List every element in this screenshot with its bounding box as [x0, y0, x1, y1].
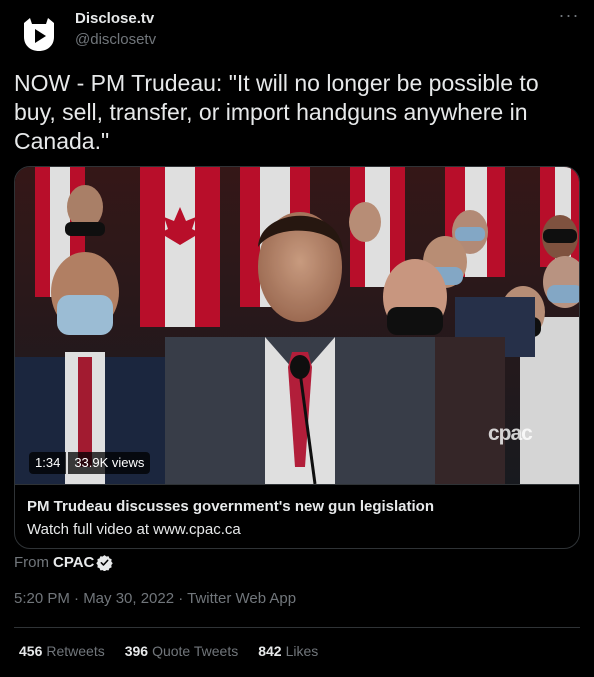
retweets-stat[interactable]: 456 Retweets [19, 643, 105, 659]
from-prefix: From [14, 554, 49, 571]
from-attribution: From CPAC [14, 554, 114, 571]
video-card[interactable]: cpac 1:34 33.9K views PM Trudeau discuss… [14, 166, 580, 549]
retweets-count: 456 [19, 643, 43, 659]
card-info[interactable]: PM Trudeau discusses government's new gu… [15, 484, 579, 548]
card-subtitle[interactable]: Watch full video at www.cpac.ca [27, 520, 569, 540]
likes-label: Likes [285, 643, 319, 659]
video-duration: 1:34 [29, 452, 67, 474]
video-meta: 1:34 33.9K views [29, 452, 151, 474]
card-title[interactable]: PM Trudeau discusses government's new gu… [27, 497, 569, 517]
tweet-header: Disclose.tv @disclosetv ··· [0, 0, 594, 60]
tweet-text: NOW - PM Trudeau: "It will no longer be … [14, 70, 539, 154]
likes-count: 842 [258, 643, 282, 659]
tweet-timestamp[interactable]: 5:20 PM · May 30, 2022 · Twitter Web App [14, 590, 296, 607]
user-handle[interactable]: @disclosetv [75, 31, 156, 48]
engagement-stats: 456 Retweets 396 Quote Tweets 842 Likes [19, 643, 318, 659]
avatar[interactable] [15, 10, 63, 58]
quote-tweets-count: 396 [124, 643, 149, 659]
video-player[interactable]: cpac 1:34 33.9K views [15, 167, 579, 484]
retweets-label: Retweets [46, 643, 105, 659]
display-name[interactable]: Disclose.tv [75, 10, 154, 27]
cpac-watermark: cpac [488, 422, 533, 445]
quote-tweets-stat[interactable]: 396 Quote Tweets [125, 643, 239, 659]
more-options-icon[interactable]: ··· [558, 6, 580, 30]
disclose-tv-logo-icon [15, 10, 63, 58]
verified-badge-icon [96, 555, 114, 571]
divider [14, 627, 580, 628]
quote-tweets-label: Quote Tweets [152, 643, 239, 659]
video-views: 33.9K views [68, 452, 151, 474]
from-source-name[interactable]: CPAC [53, 554, 94, 571]
likes-stat[interactable]: 842 Likes [258, 643, 318, 659]
